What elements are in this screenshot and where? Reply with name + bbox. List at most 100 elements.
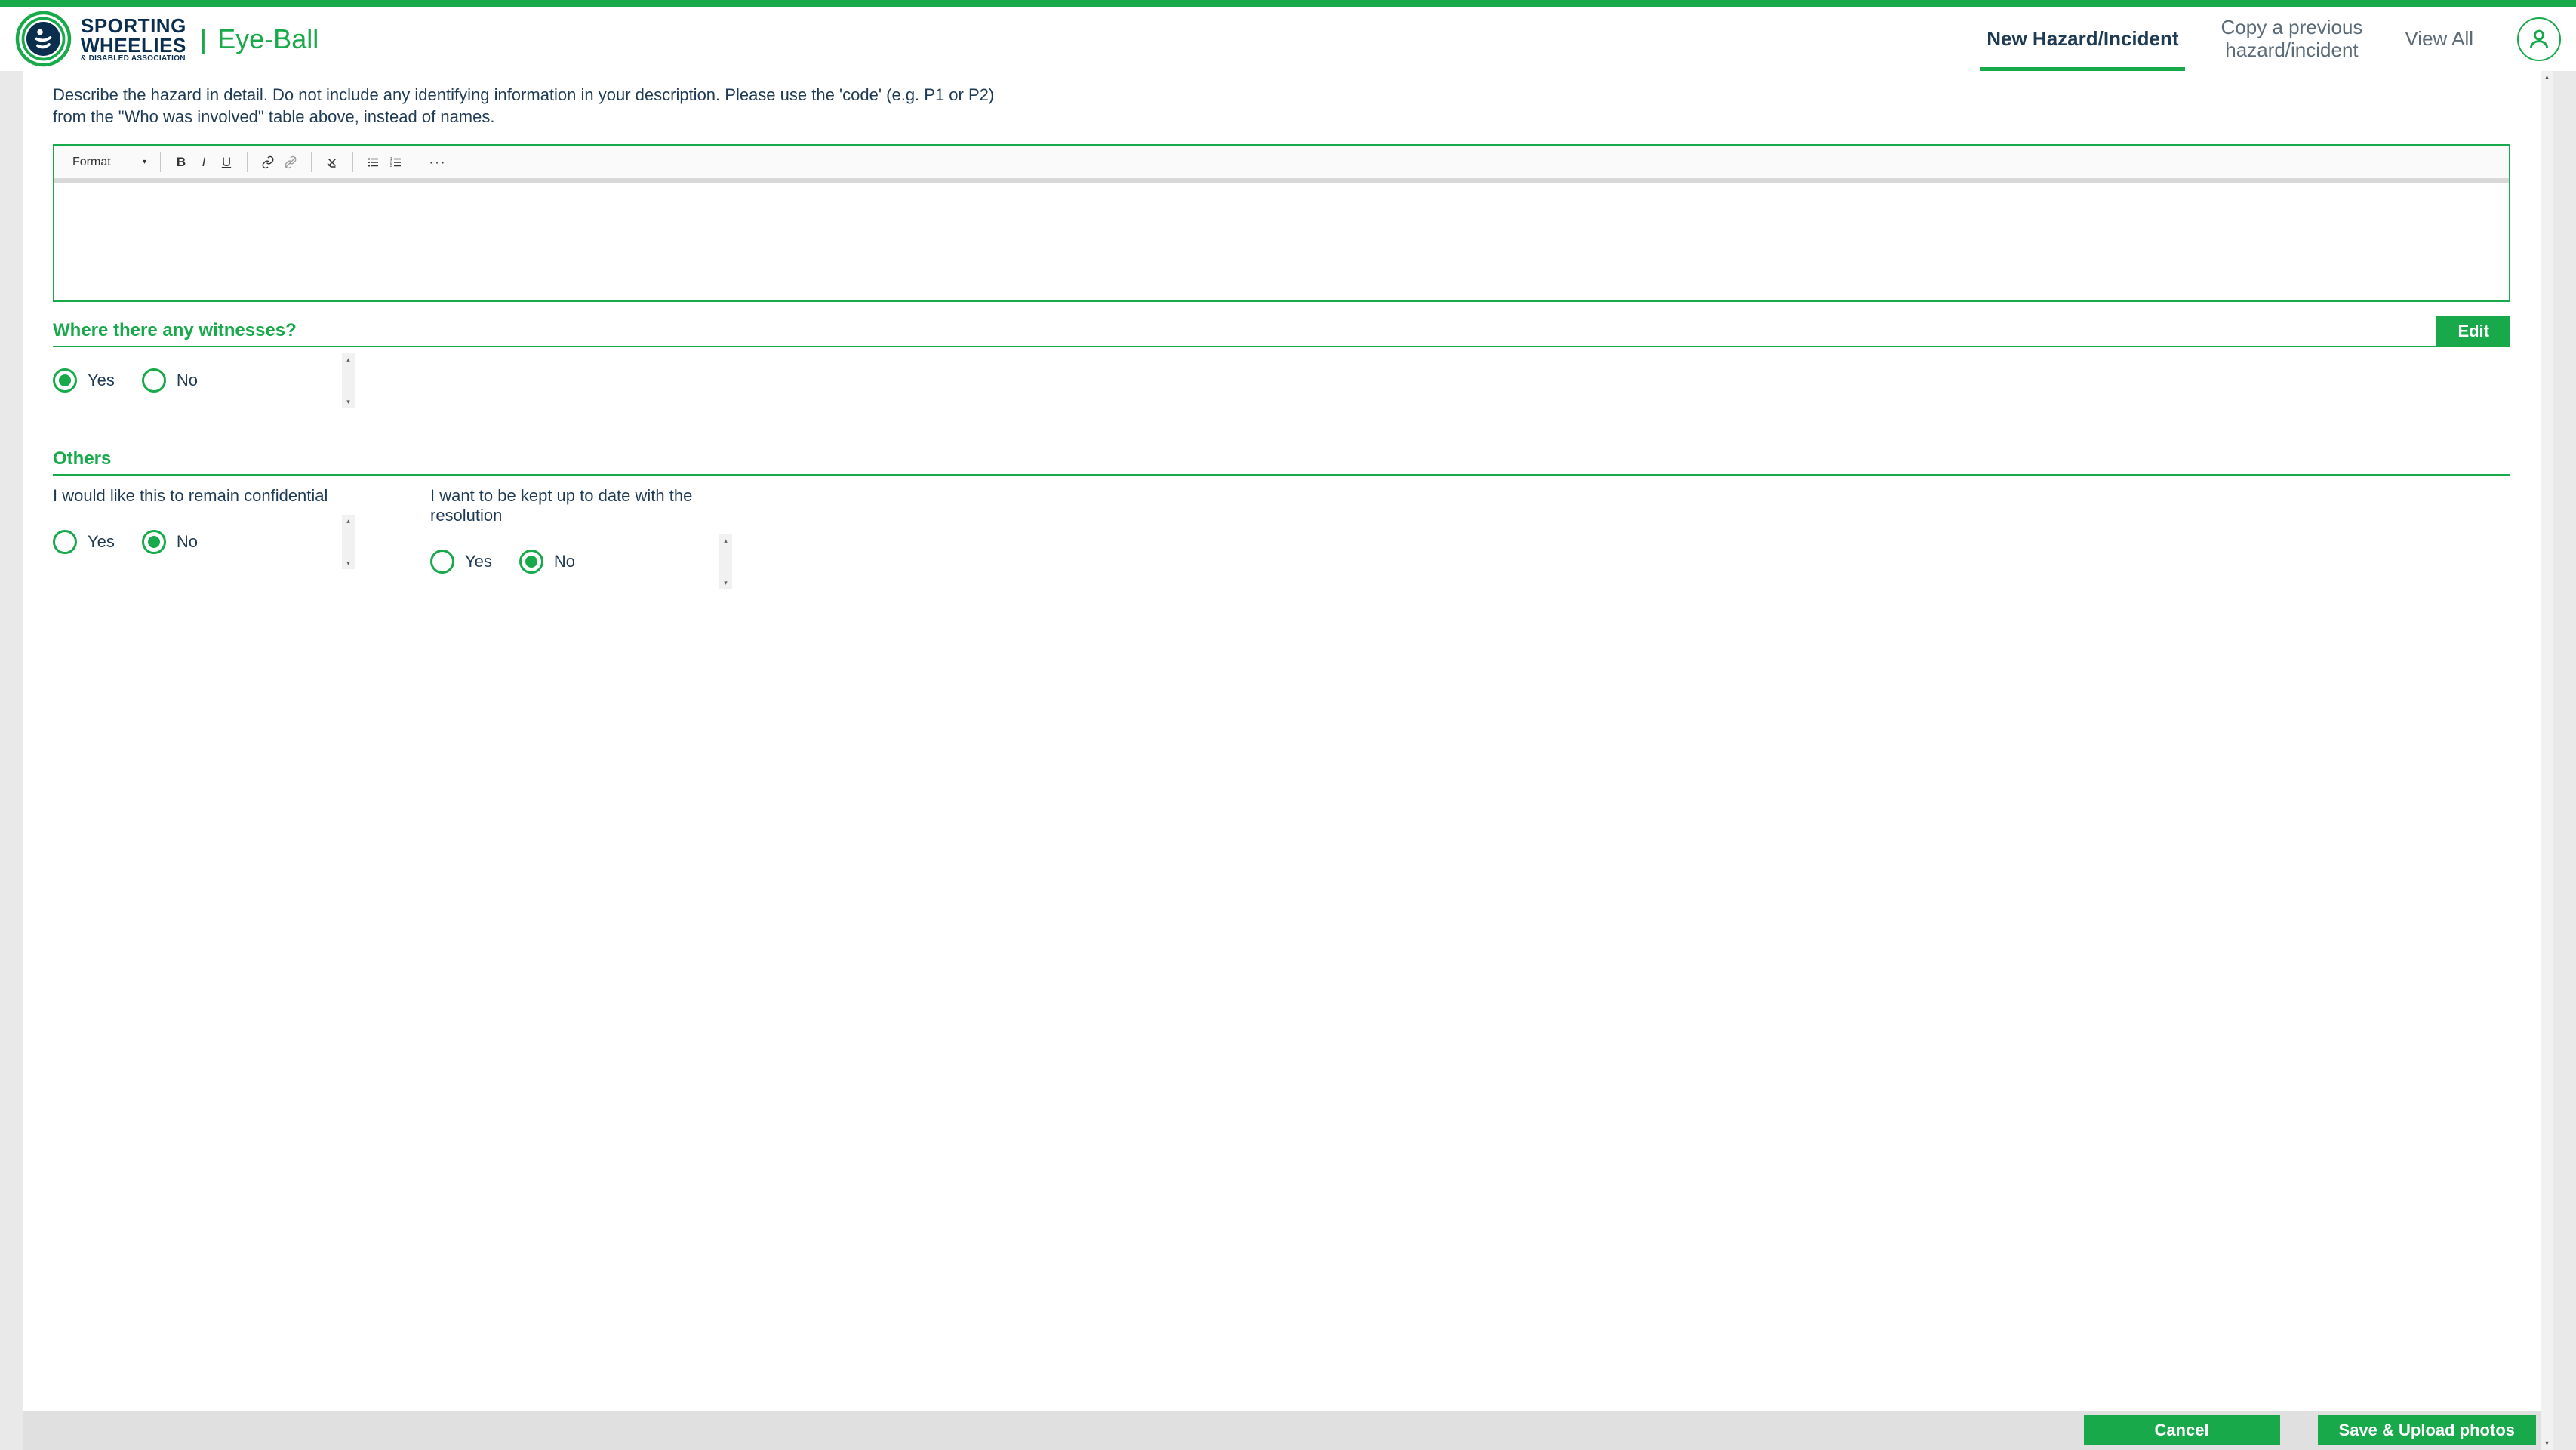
logo-icon — [15, 11, 72, 67]
profile-button[interactable] — [2517, 17, 2561, 61]
svg-text:3: 3 — [390, 164, 392, 168]
main: Describe the hazard in detail. Do not in… — [0, 71, 2576, 1450]
witnesses-yes-radio[interactable]: Yes — [53, 368, 115, 393]
bullet-list-button[interactable] — [362, 151, 385, 174]
scroll-up-icon[interactable]: ▴ — [2541, 71, 2553, 84]
witnesses-no-radio[interactable]: No — [142, 368, 198, 393]
mini-scrollbar[interactable]: ▴ ▾ — [342, 515, 355, 569]
radio-icon — [53, 530, 77, 554]
tab-new-label: New Hazard/Incident — [1987, 28, 2178, 51]
content-panel: Describe the hazard in detail. Do not in… — [23, 71, 2553, 1450]
toolbar-separator — [160, 152, 161, 172]
resolution-no-label: No — [554, 552, 575, 571]
confidential-yes-radio[interactable]: Yes — [53, 530, 115, 554]
confidential-yes-label: Yes — [88, 532, 115, 552]
eraser-icon — [325, 155, 339, 169]
confidential-no-label: No — [177, 532, 198, 552]
hazard-description-editor[interactable]: Format ▾ B I U — [53, 144, 2510, 302]
witnesses-header-row: Where there any witnesses? Edit — [53, 316, 2510, 346]
bullet-list-icon — [367, 155, 380, 169]
scroll-up-icon[interactable]: ▴ — [719, 534, 732, 546]
rte-body[interactable] — [54, 183, 2509, 300]
tab-copy-line1: Copy a previous — [2221, 17, 2363, 39]
others-section: Others I would like this to remain confi… — [53, 448, 2510, 584]
others-columns: I would like this to remain confidential… — [53, 486, 2510, 584]
form-body: Describe the hazard in detail. Do not in… — [23, 85, 2541, 1450]
witnesses-radio-box: Yes No ▴ ▾ — [53, 358, 355, 403]
confidential-radio-group: Yes No — [53, 530, 198, 554]
clear-formatting-button[interactable] — [321, 151, 343, 174]
scroll-down-icon[interactable]: ▾ — [342, 557, 355, 569]
scroll-up-icon[interactable]: ▴ — [342, 515, 355, 527]
toolbar-separator — [311, 152, 312, 172]
numbered-list-icon: 123 — [389, 155, 403, 169]
radio-icon — [519, 550, 543, 574]
unlink-button[interactable] — [279, 151, 302, 174]
witnesses-yes-label: Yes — [88, 371, 115, 390]
brand-line3: & DISABLED ASSOCIATION — [81, 55, 186, 63]
app-title: Eye-Ball — [217, 23, 319, 55]
save-upload-button[interactable]: Save & Upload photos — [2318, 1415, 2536, 1445]
radio-icon — [142, 368, 166, 393]
toolbar-separator — [247, 152, 248, 172]
underline-button[interactable]: U — [215, 151, 238, 174]
tab-copy-previous[interactable]: Copy a previous hazard/incident — [2200, 7, 2384, 71]
footer-bar: Cancel Save & Upload photos — [23, 1411, 2541, 1450]
mini-scrollbar[interactable]: ▴ ▾ — [342, 353, 355, 408]
numbered-list-button[interactable]: 123 — [385, 151, 408, 174]
user-icon — [2527, 27, 2551, 51]
resolution-column: I want to be kept up to date with the re… — [430, 486, 747, 584]
confidential-column: I would like this to remain confidential… — [53, 486, 370, 584]
radio-icon — [142, 530, 166, 554]
more-icon: ··· — [429, 155, 447, 170]
confidential-question: I would like this to remain confidential — [53, 486, 370, 506]
top-accent-bar — [0, 0, 2576, 7]
scroll-up-icon[interactable]: ▴ — [342, 353, 355, 365]
rte-format-dropdown[interactable]: Format ▾ — [68, 155, 151, 169]
others-title: Others — [53, 448, 2510, 474]
tab-new-hazard[interactable]: New Hazard/Incident — [1965, 7, 2199, 71]
witnesses-divider — [53, 346, 2510, 347]
mini-scrollbar[interactable]: ▴ ▾ — [719, 534, 732, 589]
radio-icon — [53, 368, 77, 393]
others-divider — [53, 474, 2510, 476]
scroll-down-icon[interactable]: ▾ — [719, 577, 732, 589]
instruction-text: Describe the hazard in detail. Do not in… — [53, 85, 1026, 128]
caret-down-icon: ▾ — [143, 158, 146, 166]
italic-button[interactable]: I — [192, 151, 215, 174]
confidential-no-radio[interactable]: No — [142, 530, 198, 554]
rte-format-label: Format — [72, 155, 111, 169]
resolution-yes-label: Yes — [465, 552, 492, 571]
resolution-yes-radio[interactable]: Yes — [430, 550, 492, 574]
brand-logo: SPORTING WHEELIES & DISABLED ASSOCIATION — [15, 11, 186, 67]
scroll-down-icon[interactable]: ▾ — [342, 396, 355, 408]
tab-view-all[interactable]: View All — [2384, 7, 2494, 71]
header: SPORTING WHEELIES & DISABLED ASSOCIATION… — [0, 7, 2576, 71]
bold-button[interactable]: B — [170, 151, 192, 174]
outer-scrollbar[interactable]: ▴ ▾ — [2541, 71, 2553, 1450]
witnesses-title: Where there any witnesses? — [53, 320, 297, 346]
tab-view-all-label: View All — [2405, 28, 2473, 51]
toolbar-separator — [352, 152, 353, 172]
brand-text: SPORTING WHEELIES & DISABLED ASSOCIATION — [81, 16, 186, 63]
resolution-question: I want to be kept up to date with the re… — [430, 486, 747, 525]
more-button[interactable]: ··· — [426, 151, 449, 174]
witnesses-radio-group: Yes No — [53, 368, 198, 393]
link-icon — [261, 155, 275, 169]
unlink-icon — [284, 155, 297, 169]
confidential-radio-box: Yes No ▴ ▾ — [53, 519, 355, 565]
link-button[interactable] — [257, 151, 279, 174]
witnesses-no-label: No — [177, 371, 198, 390]
resolution-no-radio[interactable]: No — [519, 550, 575, 574]
scroll-down-icon[interactable]: ▾ — [2541, 1437, 2553, 1450]
resolution-radio-box: Yes No ▴ ▾ — [430, 539, 732, 584]
edit-witnesses-button[interactable]: Edit — [2436, 316, 2510, 347]
brand-divider: | — [200, 23, 207, 55]
cancel-button[interactable]: Cancel — [2084, 1415, 2280, 1445]
tab-copy-line2: hazard/incident — [2225, 39, 2358, 62]
tabs: New Hazard/Incident Copy a previous haza… — [1965, 7, 2561, 71]
brand-line1: SPORTING — [81, 16, 186, 35]
rte-toolbar: Format ▾ B I U — [54, 146, 2509, 179]
brand-line2: WHEELIES — [81, 35, 186, 55]
radio-icon — [430, 550, 454, 574]
